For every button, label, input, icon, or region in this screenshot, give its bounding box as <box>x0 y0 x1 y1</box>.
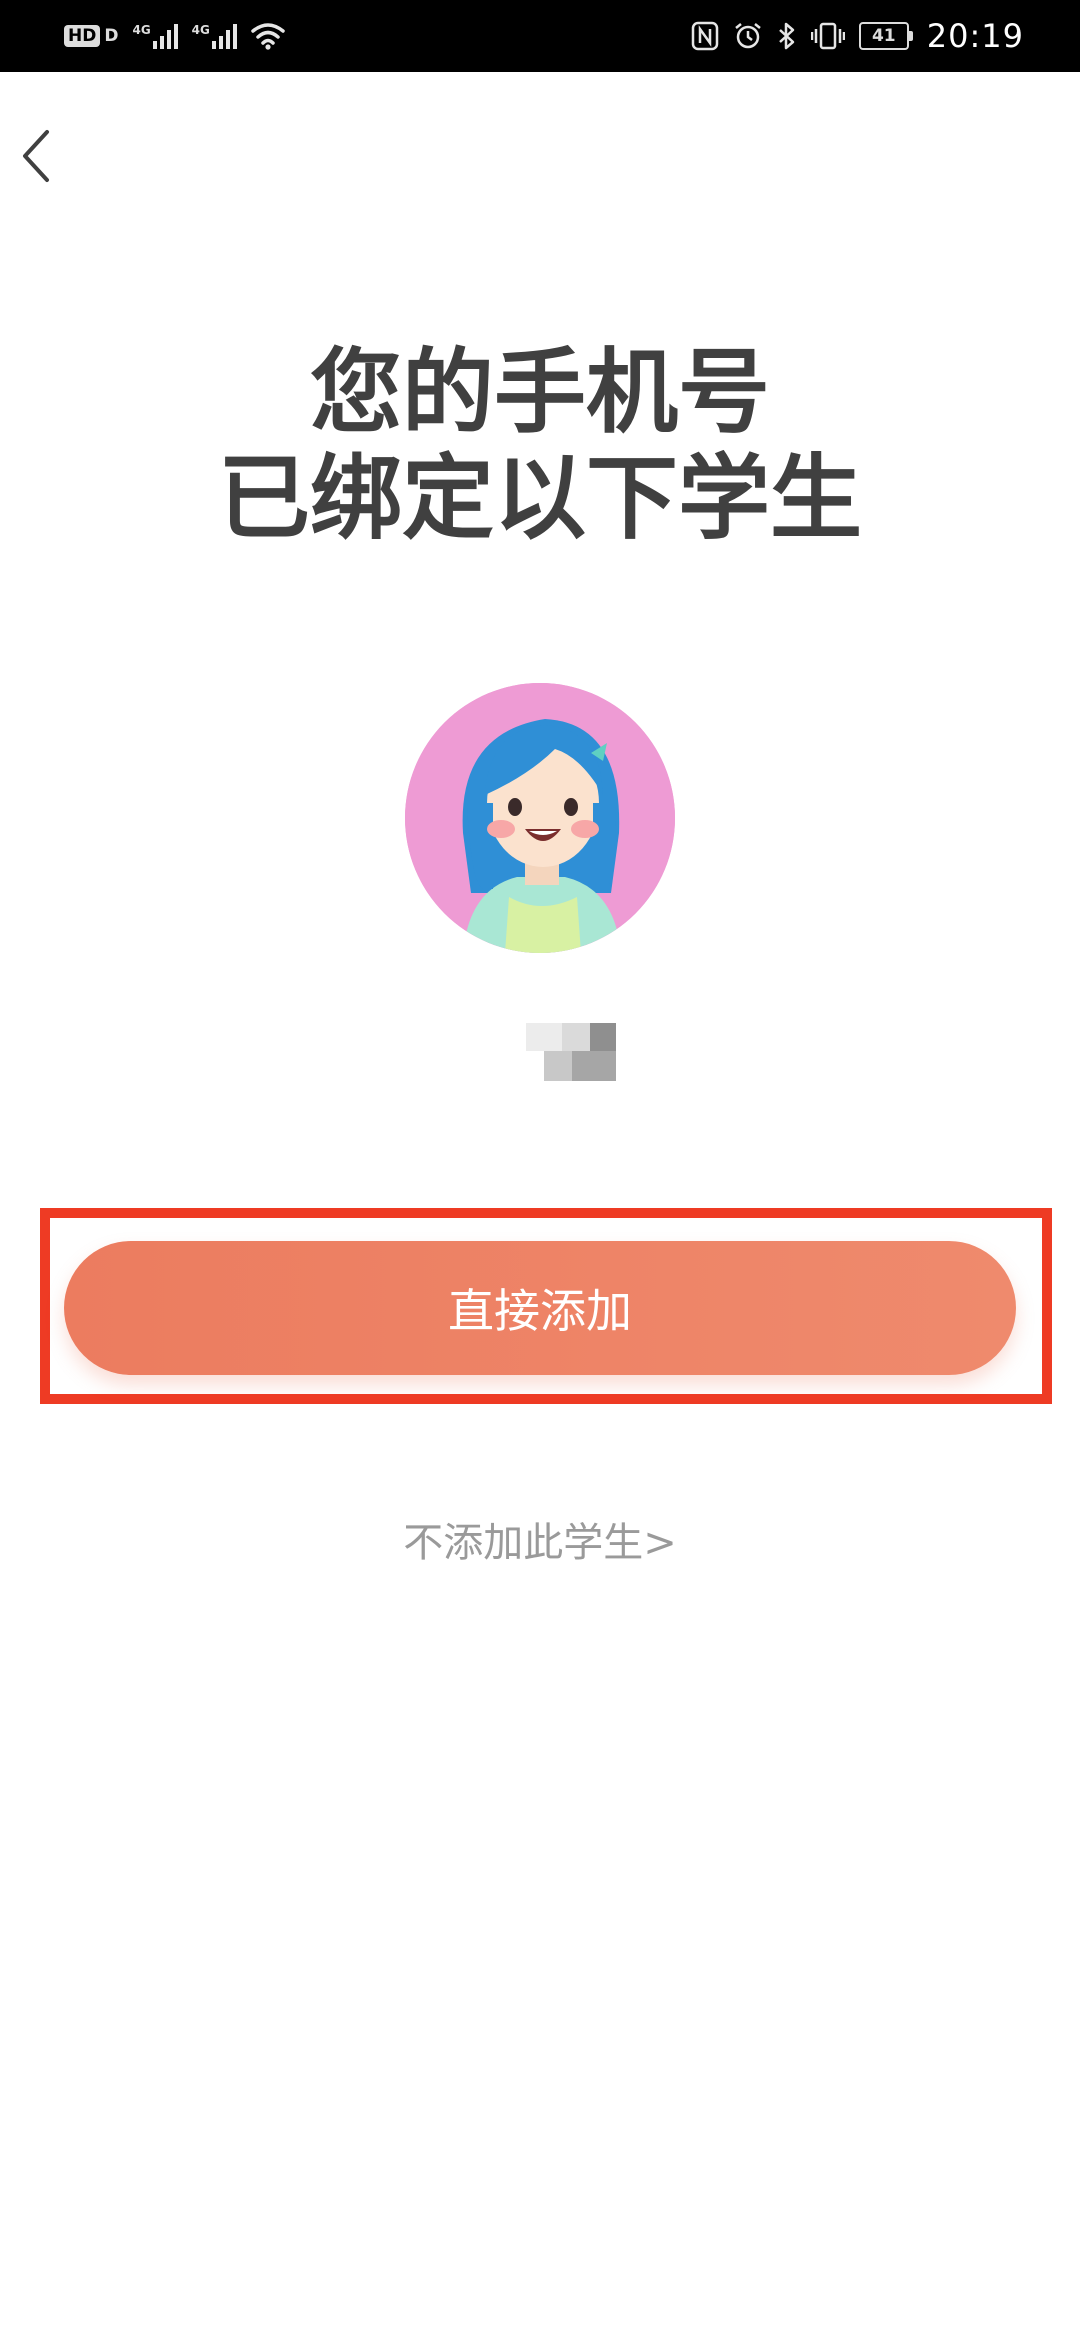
signal-2-icon: 4G <box>192 23 237 49</box>
network-type-1: 4G <box>132 23 151 37</box>
status-left: HD D 4G 4G <box>64 22 285 50</box>
student-name-mosaic <box>526 1023 616 1081</box>
girl-avatar-icon <box>405 683 675 953</box>
status-bar: HD D 4G 4G 41 20:19 <box>0 0 1080 72</box>
title-line-2: 已绑定以下学生 <box>217 445 862 552</box>
chevron-left-icon <box>19 128 53 188</box>
bluetooth-icon <box>777 21 797 51</box>
wifi-icon <box>251 22 285 50</box>
network-type-2: 4G <box>191 23 210 37</box>
add-directly-button[interactable]: 直接添加 <box>64 1241 1016 1375</box>
status-right: 41 20:19 <box>691 17 1024 55</box>
battery-icon: 41 <box>858 22 913 50</box>
hd-icon: HD <box>64 25 101 47</box>
clock: 20:19 <box>926 17 1024 55</box>
signal-1-icon: 4G <box>132 23 178 49</box>
alarm-icon <box>733 21 763 51</box>
hd-suffix: D <box>104 26 119 46</box>
student-avatar <box>405 683 675 953</box>
vibrate-icon <box>810 21 845 51</box>
page-title: 您的手机号 已绑定以下学生 <box>0 340 1080 552</box>
nfc-icon <box>691 21 719 51</box>
title-line-1: 您的手机号 <box>309 339 770 446</box>
skip-student-link[interactable]: 不添加此学生> <box>0 1510 1080 1568</box>
back-button[interactable] <box>6 118 66 198</box>
battery-level: 41 <box>858 22 909 50</box>
